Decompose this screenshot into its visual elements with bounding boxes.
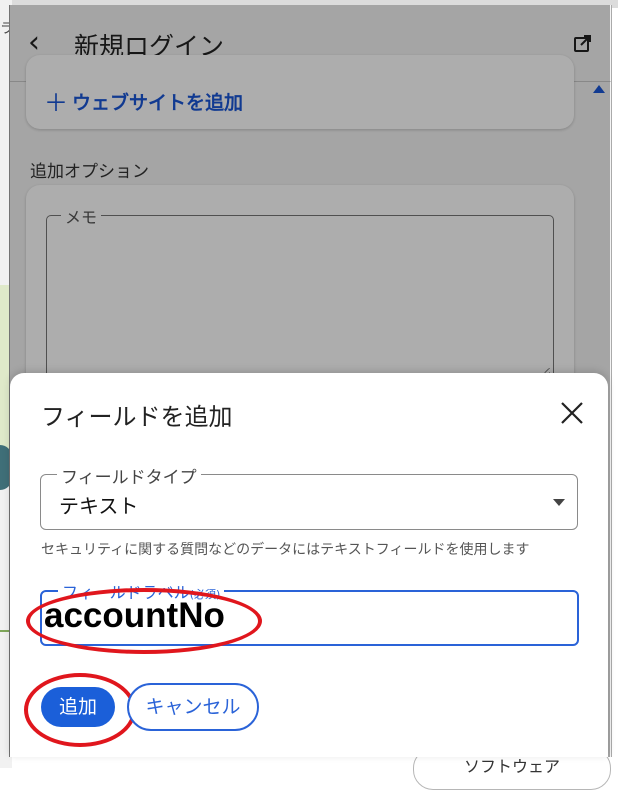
dialog-title: フィールドを追加 — [41, 403, 233, 431]
add-button[interactable]: 追加 — [41, 687, 115, 727]
field-type-helper-text: セキュリティに関する質問などのデータにはテキストフィールドを使用します — [41, 542, 530, 558]
field-type-value: テキスト — [59, 494, 139, 518]
cancel-button[interactable]: キャンセル — [127, 683, 259, 731]
field-type-select[interactable]: フィールドタイプ テキスト — [40, 463, 578, 530]
field-type-label: フィールドタイプ — [57, 463, 201, 488]
close-icon[interactable] — [558, 399, 586, 427]
field-label-value: accountNo — [44, 596, 225, 635]
add-field-dialog: フィールドを追加 フィールドタイプ テキスト セキュリティに関する質問などのデー… — [10, 373, 608, 757]
field-label-input[interactable]: フィールドラベル(必須) accountNo — [40, 579, 579, 646]
dropdown-arrow-icon — [553, 499, 565, 506]
